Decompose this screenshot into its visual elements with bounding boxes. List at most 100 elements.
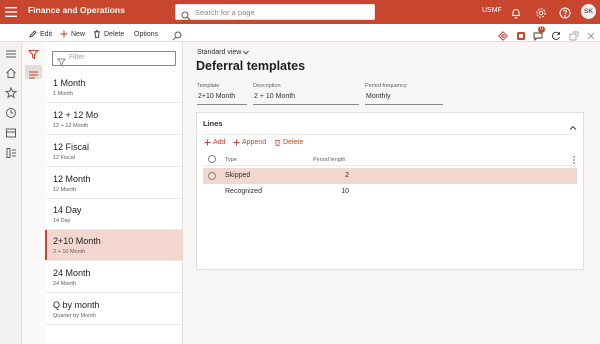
list-item-subtitle: 14 Day: [53, 218, 71, 224]
list-item-subtitle: Quarter by Month: [53, 313, 96, 319]
append-label: Append: [242, 139, 267, 146]
description-label: Description: [253, 83, 281, 89]
list-item-subtitle: 24 Month: [53, 281, 76, 287]
list-item[interactable]: 12 + 12 Mo 12 + 12 Month: [45, 104, 183, 135]
search-icon: [181, 8, 191, 21]
page-title: Deferral templates: [196, 59, 306, 73]
refresh-icon[interactable]: [551, 28, 561, 40]
period-frequency-field[interactable]: Monthly: [365, 91, 443, 105]
cell-type: Skipped: [225, 172, 251, 179]
list-item[interactable]: 14 Day 14 Day: [45, 199, 183, 230]
new-button[interactable]: New: [60, 28, 85, 40]
navigation-rail: [0, 42, 22, 344]
cell-period-length: 2: [345, 172, 349, 179]
filter-pane-column: [22, 42, 45, 344]
cell-type: Recognized: [225, 188, 262, 195]
description-field[interactable]: 2 + 10 Month: [253, 91, 359, 105]
list-item[interactable]: 12 Fiscal 12 Fiscal: [45, 136, 183, 167]
list-item-title: 2+10 Month: [53, 236, 101, 246]
record-list-panel: Filter 1 Month 1 Month 12 + 12 Mo 12 + 1…: [45, 42, 183, 344]
divider: [203, 134, 577, 135]
append-line-button[interactable]: Append: [233, 139, 266, 146]
search-icon[interactable]: [172, 28, 182, 41]
list-item-title: 12 Fiscal: [53, 142, 90, 152]
list-item-title: 12 Month: [53, 174, 91, 184]
chevron-up-icon[interactable]: [569, 119, 577, 130]
list-item-selected[interactable]: 2+10 Month 2 + 10 Month: [45, 230, 183, 261]
column-header-type[interactable]: Type: [225, 157, 237, 163]
grid-header: Type Period length: [203, 153, 577, 166]
global-search-input[interactable]: Search for a page: [175, 4, 375, 21]
list-item-subtitle: 2 + 10 Month: [53, 249, 86, 255]
template-field[interactable]: 2+10 Month: [197, 91, 247, 105]
gear-icon[interactable]: [535, 6, 547, 18]
list-item-subtitle: 1 Month: [53, 91, 73, 97]
lines-header[interactable]: Lines: [203, 119, 223, 128]
delete-line-button[interactable]: Delete: [274, 139, 303, 146]
list-item-title: 24 Month: [53, 268, 91, 278]
bell-icon[interactable]: [510, 6, 522, 19]
hamburger-icon[interactable]: [5, 47, 17, 59]
plus-icon: [60, 30, 68, 38]
home-icon[interactable]: [5, 66, 17, 78]
select-all-radio[interactable]: [208, 155, 216, 163]
table-row[interactable]: Recognized 10: [203, 184, 577, 200]
period-frequency-label: Period frequency: [365, 83, 407, 89]
list-item-title: Q by month: [53, 300, 100, 310]
list-item-subtitle: 12 + 12 Month: [53, 123, 89, 129]
table-row-selected[interactable]: Skipped 2: [203, 168, 577, 184]
workspaces-icon[interactable]: [5, 126, 17, 138]
column-header-period-length[interactable]: Period length: [313, 157, 345, 163]
list-item[interactable]: 1 Month 1 Month: [45, 72, 183, 103]
edit-button[interactable]: Edit: [29, 28, 52, 40]
list-item[interactable]: 24 Month 24 Month: [45, 262, 183, 293]
help-icon[interactable]: [559, 6, 571, 19]
trash-icon: [94, 30, 100, 38]
modules-icon[interactable]: [5, 146, 17, 158]
list-view-icon[interactable]: [25, 65, 42, 79]
view-selector[interactable]: Standard view: [197, 49, 250, 56]
clock-icon[interactable]: [5, 106, 17, 118]
list-item-title: 14 Day: [53, 205, 82, 215]
view-label: Standard view: [197, 49, 242, 56]
delete-button[interactable]: Delete: [93, 28, 124, 40]
add-line-button[interactable]: Add: [204, 139, 225, 146]
star-icon[interactable]: [4, 86, 18, 99]
top-bar: Finance and Operations Search for a page…: [0, 0, 600, 24]
more-options-icon[interactable]: [573, 156, 575, 164]
company-selector[interactable]: USMF: [482, 7, 502, 14]
open-new-window-icon[interactable]: [569, 28, 579, 41]
app-title[interactable]: Finance and Operations: [28, 5, 125, 15]
notification-badge: 0: [538, 26, 545, 33]
row-select-radio[interactable]: [208, 172, 216, 180]
list-item-subtitle: 12 Month: [53, 187, 76, 193]
action-pane: Edit New Delete Options 0: [0, 24, 600, 42]
list-item-subtitle: 12 Fiscal: [53, 155, 76, 161]
lines-fasttab: Lines Add Append Delete Type Period leng…: [196, 112, 584, 270]
options-label: Options: [134, 30, 159, 38]
list-filter-input[interactable]: Filter: [52, 51, 176, 67]
edit-label: Edit: [40, 30, 53, 38]
power-apps-icon[interactable]: [498, 28, 508, 41]
search-placeholder: Search for a page: [195, 8, 255, 17]
list-item[interactable]: Q by month Quarter by Month: [45, 294, 183, 325]
trash-icon: [274, 140, 281, 146]
options-tab[interactable]: Options: [134, 28, 158, 40]
plus-icon: [233, 139, 240, 146]
avatar[interactable]: SK: [581, 4, 596, 19]
list-item[interactable]: 12 Month 12 Month: [45, 168, 183, 199]
close-icon[interactable]: [586, 28, 596, 40]
chevron-down-icon: [243, 49, 250, 56]
pencil-icon: [29, 30, 37, 38]
delete-label: Delete: [104, 30, 125, 38]
new-label: New: [71, 30, 86, 38]
plus-icon: [204, 139, 211, 146]
office-icon[interactable]: [516, 28, 526, 40]
funnel-icon: [56, 54, 67, 67]
funnel-icon[interactable]: [27, 47, 40, 60]
list-item-title: 1 Month: [53, 78, 86, 88]
list-item-title: 12 + 12 Mo: [53, 110, 99, 120]
template-label: Template: [197, 83, 220, 89]
app-launcher-icon[interactable]: [5, 6, 17, 18]
details-pane: Standard view Deferral templates Templat…: [183, 42, 600, 344]
